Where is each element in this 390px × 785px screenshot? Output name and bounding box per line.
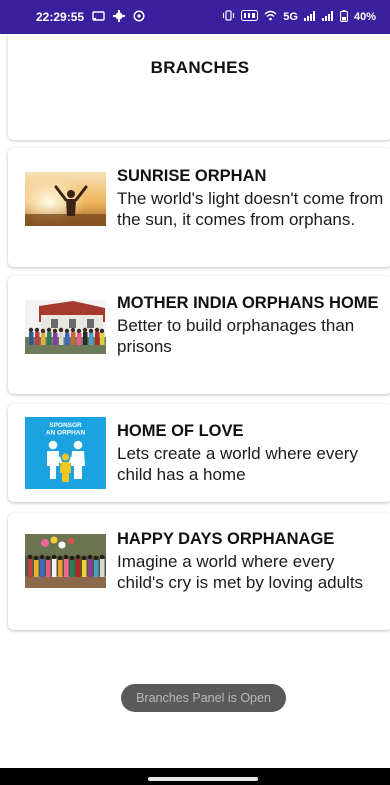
network-type: 5G — [283, 11, 298, 23]
status-left: 22:29:55 — [36, 10, 145, 24]
branch-description: Lets create a world where every child ha… — [117, 444, 358, 484]
battery-percent: 40% — [353, 11, 376, 23]
home-gesture-handle[interactable] — [148, 777, 258, 781]
gear-icon — [113, 10, 126, 24]
branch-name: HOME OF LOVE — [117, 422, 244, 440]
children-group-photo — [25, 534, 106, 588]
volte-icon — [241, 10, 259, 24]
page-title: BRANCHES — [150, 58, 250, 77]
branch-text: SUNRISE ORPHAN The world's light doesn't… — [117, 166, 384, 230]
status-right: 5G 40% — [222, 9, 376, 25]
branch-text: HAPPY DAYS ORPHANAGE Imagine a world whe… — [117, 529, 384, 593]
branch-description: Imagine a world where every child's cry … — [117, 552, 364, 592]
signal-icon-2 — [321, 10, 334, 24]
branch-card-sunrise-orphan[interactable]: SUNRISE ORPHAN The world's light doesn't… — [8, 148, 390, 267]
vibrate-icon — [222, 10, 235, 24]
group-photo-house — [25, 300, 106, 354]
status-time: 22:29:55 — [36, 10, 85, 24]
branch-description: The world's light doesn't come from the … — [117, 189, 384, 229]
signal-icon-1 — [303, 10, 316, 24]
svg-text:SPONSOR: SPONSOR — [49, 422, 82, 429]
branch-name: SUNRISE ORPHAN — [117, 167, 267, 185]
branch-card-mother-india[interactable]: MOTHER INDIA ORPHANS HOME Better to buil… — [8, 276, 390, 394]
branch-text: HOME OF LOVE Lets create a world where e… — [117, 421, 384, 485]
sponsor-an-orphan-graphic: SPONSOR AN ORPHAN — [25, 417, 106, 489]
status-bar: 22:29:55 5G 40% — [0, 0, 390, 34]
header-card: BRANCHES — [8, 34, 390, 140]
branch-card-home-of-love[interactable]: SPONSOR AN ORPHAN HOME OF LOVE Lets crea… — [8, 404, 390, 502]
svg-text:AN ORPHAN: AN ORPHAN — [46, 430, 86, 437]
branch-name: MOTHER INDIA ORPHANS HOME — [117, 294, 379, 312]
cast-icon — [92, 10, 105, 24]
branch-name: HAPPY DAYS ORPHANAGE — [117, 530, 335, 548]
branch-card-happy-days[interactable]: HAPPY DAYS ORPHANAGE Imagine a world whe… — [8, 513, 390, 630]
branch-text: MOTHER INDIA ORPHANS HOME Better to buil… — [117, 293, 384, 357]
battery-icon — [340, 9, 348, 25]
wifi-icon — [264, 10, 277, 24]
toast-message: Branches Panel is Open — [121, 684, 286, 712]
sunrise-child-photo — [25, 172, 106, 226]
navigation-bar — [0, 768, 390, 785]
branch-description: Better to build orphanages than prisons — [117, 316, 355, 356]
vpn-icon — [133, 10, 145, 24]
